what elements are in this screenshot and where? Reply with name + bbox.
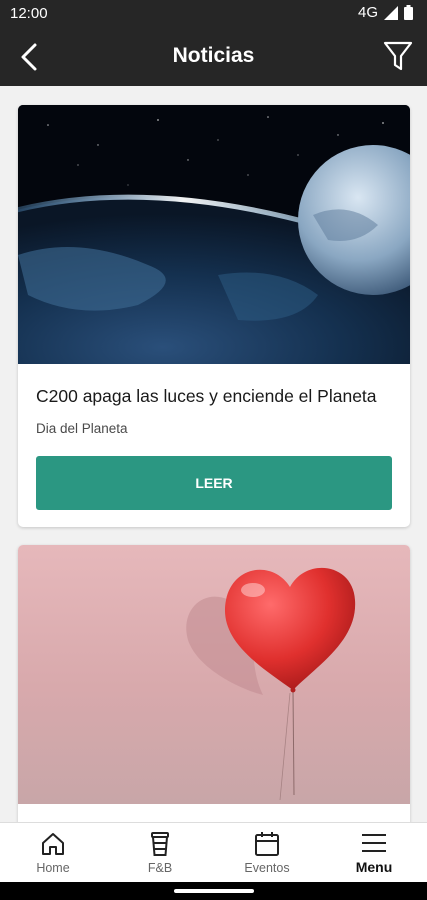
nav-label: F&B: [147, 861, 173, 875]
status-bar: 12:00 4G: [0, 0, 427, 28]
home-icon: [42, 833, 64, 855]
nav-events[interactable]: Eventos: [214, 823, 320, 883]
status-icons: 4G: [358, 4, 413, 21]
nav-menu[interactable]: Menu: [321, 823, 427, 883]
home-indicator[interactable]: [174, 889, 254, 893]
news-list[interactable]: C200 apaga las luces y enciende el Plane…: [0, 86, 427, 822]
red-heart-balloon-image: [18, 545, 410, 804]
calendar-icon: [255, 832, 279, 856]
news-subtitle: Dia del Planeta: [36, 421, 128, 436]
news-title: C200 apaga las luces y enciende el Plane…: [36, 386, 377, 406]
news-card[interactable]: C200 apaga las luces y enciende el Plane…: [18, 105, 410, 527]
nav-label: Home: [36, 861, 70, 875]
network-type: 4G: [357, 4, 378, 21]
gesture-bar: [0, 882, 427, 900]
cup-icon: [151, 832, 169, 856]
app-bar: Noticias: [0, 28, 427, 86]
menu-icon: [362, 834, 386, 852]
nav-label: Eventos: [244, 861, 290, 875]
bottom-navigation: Home F&B Eventos Menu: [0, 822, 427, 883]
battery-icon: [404, 5, 413, 20]
earth-from-space-image: [18, 105, 410, 364]
news-card[interactable]: [18, 545, 410, 822]
nav-fnb[interactable]: F&B: [107, 823, 213, 883]
nav-home[interactable]: Home: [0, 823, 106, 883]
signal-icon: [384, 5, 398, 20]
filter-icon[interactable]: [383, 40, 413, 72]
read-button[interactable]: LEER: [36, 456, 392, 510]
nav-label: Menu: [355, 859, 393, 875]
page-title: Noticias: [172, 44, 255, 67]
status-time: 12:00: [10, 5, 48, 22]
